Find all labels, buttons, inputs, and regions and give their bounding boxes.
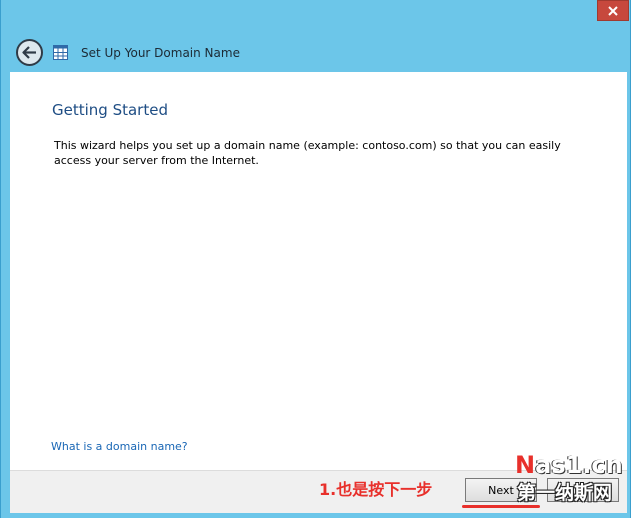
wizard-content-panel: Getting Started This wizard helps you se… [10,72,627,470]
window-title: Set Up Your Domain Name [81,46,240,60]
annotation-text: 1.也是按下一步 [319,480,433,499]
wizard-app-icon [53,45,68,60]
watermark-logo-first: N [515,451,536,479]
watermark-logo: Nas1.cn [515,450,623,480]
wizard-description: This wizard helps you set up a domain na… [54,139,561,167]
page-heading: Getting Started [52,101,168,119]
site-watermark: Nas1.cn 第一纳斯网 [515,450,629,514]
close-icon [608,5,618,16]
back-arrow-icon [22,46,36,59]
close-button[interactable] [597,0,629,21]
back-button[interactable] [16,39,43,66]
domain-name-help-link[interactable]: What is a domain name? [51,439,188,454]
watermark-subtitle: 第一纳斯网 [517,482,613,504]
watermark-logo-rest: as1.cn [535,451,623,479]
wizard-window: Set Up Your Domain Name Getting Started … [0,0,631,518]
